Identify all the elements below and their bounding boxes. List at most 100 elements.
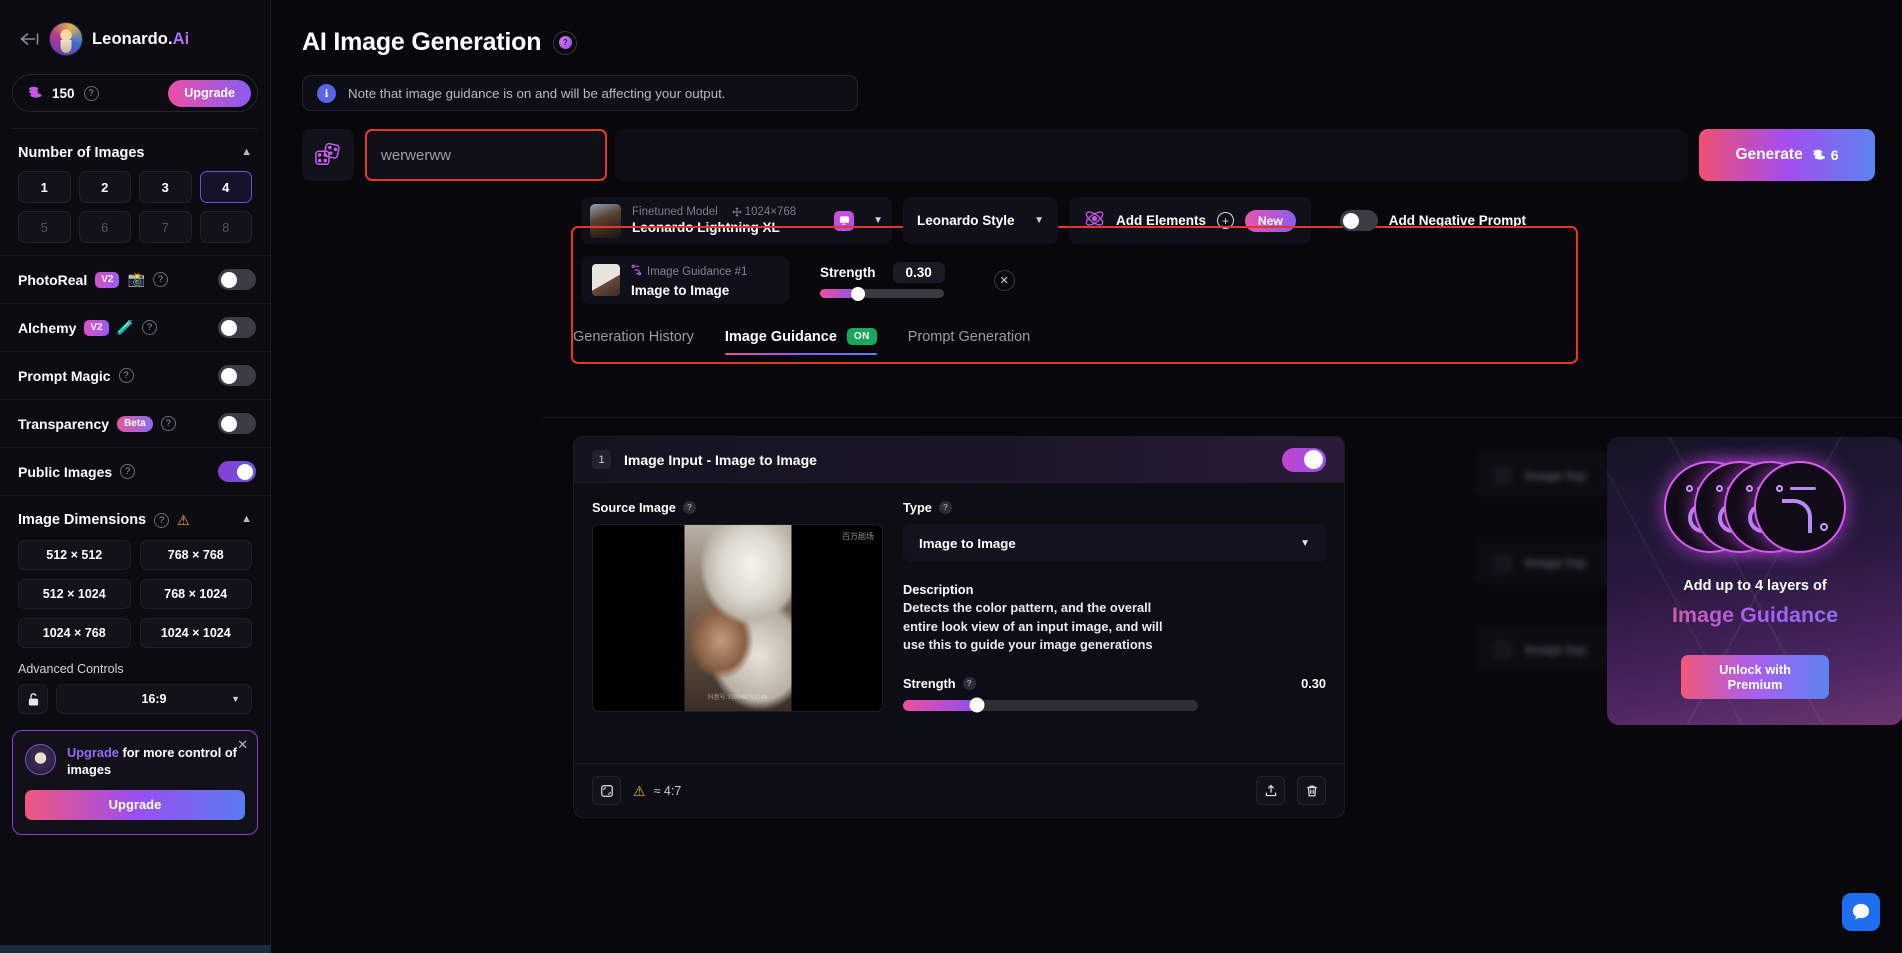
num-option-2[interactable]: 2 <box>78 171 131 203</box>
slider-handle[interactable] <box>851 286 866 301</box>
prompt-input[interactable] <box>381 146 591 164</box>
image-dimensions-grid: 512 × 512 768 × 768 512 × 1024 768 × 102… <box>0 538 270 648</box>
image-dimensions-help-icon[interactable]: ? <box>154 512 170 528</box>
chevron-down-icon-model[interactable]: ▼ <box>873 215 883 226</box>
strength-slider-handle[interactable] <box>969 697 985 713</box>
type-help-icon[interactable]: ? <box>938 501 952 514</box>
upsell-highlight: Upgrade <box>67 745 119 760</box>
guidance-meta: Image Guidance #1 Image to Image <box>631 263 747 298</box>
info-icon: i <box>317 83 336 103</box>
source-image-preview[interactable]: 百万剧场 抖音号:339648763249 <box>592 524 883 712</box>
num-option-3[interactable]: 3 <box>139 171 192 203</box>
advanced-controls-label: Advanced Controls <box>18 662 124 676</box>
plus-icon[interactable]: + <box>1217 212 1235 229</box>
model-selector[interactable]: Finetuned Model 1024×768 Leonardo Lightn… <box>581 197 892 244</box>
image-input-card: 1 Image Input - Image to Image Source Im… <box>573 436 1345 818</box>
public-images-toggle[interactable] <box>218 461 256 482</box>
strength-help-icon[interactable]: ? <box>962 676 976 690</box>
dim-option-768x1024[interactable]: 768 × 1024 <box>139 579 252 609</box>
dim-option-512x512[interactable]: 512 × 512 <box>18 540 131 570</box>
upload-icon[interactable] <box>1256 776 1285 805</box>
image-input-number: 1 <box>592 450 611 469</box>
photoreal-toggle[interactable] <box>218 269 256 290</box>
prompt-field-extension[interactable] <box>615 129 1688 181</box>
strength-slider[interactable] <box>903 697 1198 713</box>
aspect-ratio-value: 16:9 <box>141 692 167 706</box>
premium-line-2: Image Guidance <box>1607 603 1902 628</box>
generate-cost-value: 6 <box>1830 147 1839 163</box>
prompt-magic-toggle[interactable] <box>218 365 256 386</box>
dim-option-512x1024[interactable]: 512 × 1024 <box>18 579 131 609</box>
style-selector[interactable]: Leonardo Style ▼ <box>903 197 1058 244</box>
alchemy-badge: V2 <box>84 319 109 336</box>
photoreal-badge: V2 <box>95 271 120 288</box>
dim-option-768x768[interactable]: 768 × 768 <box>139 540 252 570</box>
prompt-magic-help-icon[interactable]: ? <box>118 368 134 383</box>
close-icon[interactable]: ✕ <box>237 738 248 751</box>
credit-count: 150 <box>52 85 75 101</box>
alchemy-label: Alchemy <box>18 319 77 336</box>
prompt-input-wrapper[interactable] <box>365 129 607 181</box>
num-option-8[interactable]: 8 <box>199 211 252 243</box>
negative-prompt-toggle[interactable] <box>1339 210 1378 231</box>
source-image-label: Source Image <box>592 500 676 515</box>
blurred-row-title: Image Inp <box>1525 467 1586 483</box>
guidance-strength-block: Strength 0.30 <box>820 262 945 301</box>
dim-option-1024x1024[interactable]: 1024 × 1024 <box>139 618 252 648</box>
chevron-up-icon-dimensions[interactable]: ▲ <box>241 513 252 525</box>
tab-generation-history[interactable]: Generation History <box>573 329 694 355</box>
alchemy-help-icon[interactable]: ? <box>142 320 158 335</box>
add-elements-label: Add Elements <box>1116 213 1207 228</box>
strength-label: Strength <box>903 675 956 691</box>
warning-triangle-icon: ⚠ <box>177 512 190 528</box>
image-guidance-notice: i Note that image guidance is on and wil… <box>302 75 858 111</box>
image-input-toggle[interactable] <box>1282 447 1326 472</box>
guidance-chip-row: Image Guidance #1 Image to Image Strengt… <box>581 256 1902 304</box>
sidebar-upgrade-button[interactable]: Upgrade <box>25 789 245 820</box>
num-option-6[interactable]: 6 <box>78 211 131 243</box>
back-arrow-icon[interactable] <box>18 28 40 50</box>
dim-option-1024x768[interactable]: 1024 × 768 <box>18 618 131 648</box>
public-images-help-icon[interactable]: ? <box>120 464 136 479</box>
transparency-help-icon[interactable]: ? <box>160 416 176 431</box>
brand-name-text: Leonardo. <box>92 29 173 48</box>
upsell-text: Upgrade for more control of images <box>67 744 245 779</box>
transparency-toggle[interactable] <box>218 413 256 434</box>
page-title-help-icon[interactable]: ? <box>553 30 578 55</box>
guidance-strength-slider[interactable] <box>820 286 944 301</box>
sidebar: Leonardo.Ai 150 ? Upgrade Number of Imag… <box>0 0 271 953</box>
chevron-down-icon-style: ▼ <box>1034 215 1044 226</box>
negative-prompt-label: Add Negative Prompt <box>1388 213 1526 228</box>
num-option-7[interactable]: 7 <box>139 211 192 243</box>
chat-bubble-icon[interactable] <box>1842 893 1880 931</box>
app-root: Leonardo.Ai 150 ? Upgrade Number of Imag… <box>0 0 1902 953</box>
num-option-5[interactable]: 5 <box>18 211 71 243</box>
chevron-up-icon[interactable]: ▲ <box>241 146 252 158</box>
guidance-remove-button[interactable]: ✕ <box>993 269 1015 291</box>
dice-icon[interactable] <box>302 129 354 181</box>
unlock-premium-button[interactable]: Unlock with Premium <box>1681 655 1829 699</box>
credits-help-icon[interactable]: ? <box>83 85 99 101</box>
type-select[interactable]: Image to Image ▼ <box>903 524 1326 562</box>
num-option-4[interactable]: 4 <box>199 171 252 203</box>
flask-icon: 🧪 <box>116 319 135 335</box>
add-elements-button[interactable]: Add Elements + New <box>1069 197 1311 244</box>
number-of-images-grid: 1 2 3 4 5 6 7 8 <box>0 171 270 243</box>
source-image-help-icon[interactable]: ? <box>682 501 696 514</box>
unlock-icon[interactable] <box>18 684 48 714</box>
tab-image-guidance[interactable]: Image Guidance ON <box>724 328 877 355</box>
style-value: Leonardo Style <box>917 213 1015 228</box>
generate-button[interactable]: Generate 6 <box>1699 129 1875 181</box>
number-of-images-header: Number of Images ▲ <box>0 129 270 171</box>
trash-icon[interactable] <box>1297 776 1326 805</box>
image-dimensions-title: Image Dimensions <box>18 512 147 528</box>
crop-icon[interactable] <box>592 776 621 805</box>
upgrade-button[interactable]: Upgrade <box>168 79 251 107</box>
num-option-1[interactable]: 1 <box>18 171 71 203</box>
aspect-ratio-select[interactable]: 16:9 ▼ <box>56 684 252 714</box>
premium-line-1: Add up to 4 layers of <box>1683 578 1827 594</box>
photoreal-help-icon[interactable]: ? <box>152 272 168 287</box>
guidance-chip[interactable]: Image Guidance #1 Image to Image <box>581 256 789 304</box>
tab-prompt-generation[interactable]: Prompt Generation <box>908 329 1031 355</box>
alchemy-toggle[interactable] <box>218 317 256 338</box>
